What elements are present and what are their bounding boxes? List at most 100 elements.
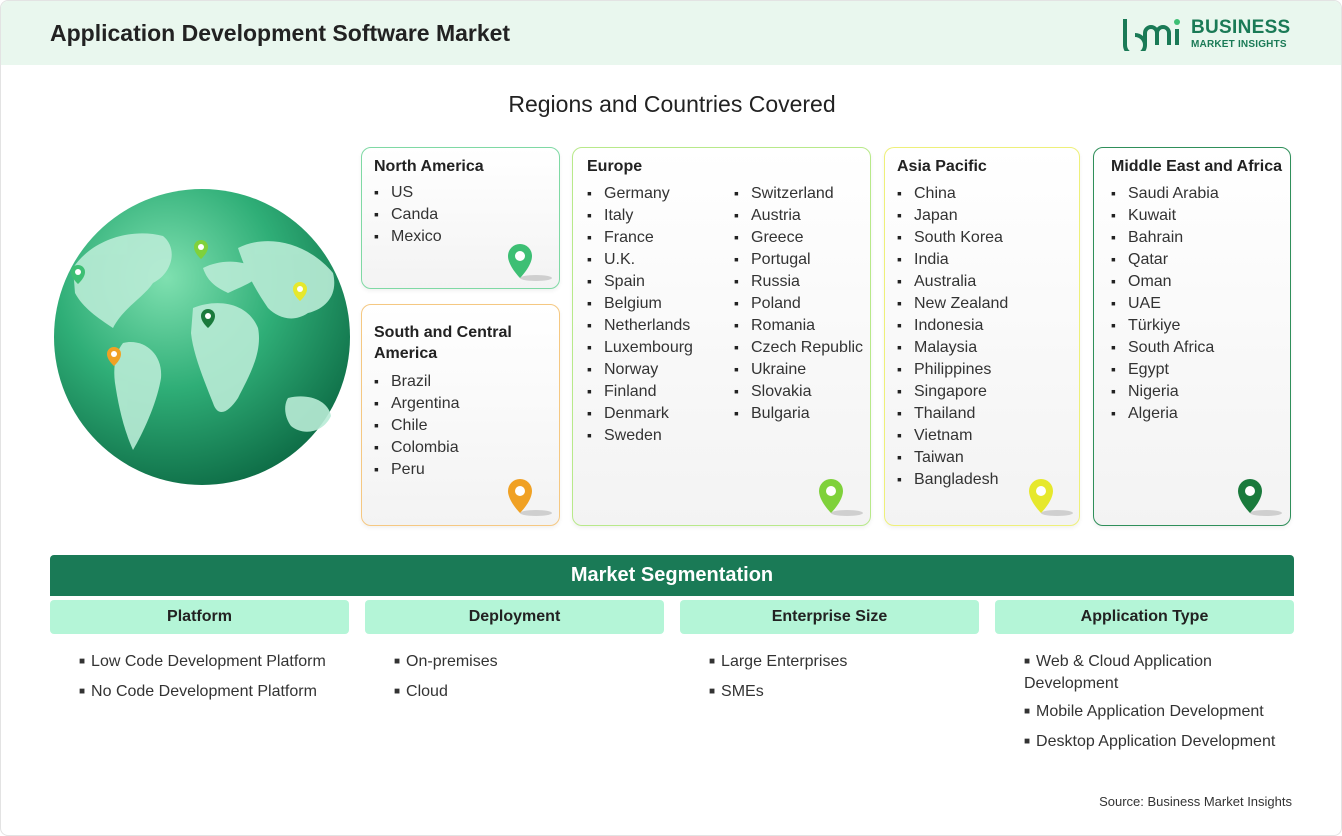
region-card-middle-east-africa: Middle East and Africa Saudi ArabiaKuwai… <box>1093 147 1291 526</box>
country-item: Finland <box>587 380 693 402</box>
country-item: Singapore <box>897 380 1008 402</box>
location-pin-icon <box>1029 479 1073 516</box>
country-item: Greece <box>734 226 863 248</box>
region-list-europe-col1: GermanyItalyFranceU.K.SpainBelgiumNether… <box>587 182 693 446</box>
country-item: Vietnam <box>897 424 1008 446</box>
region-title-middle-east-africa: Middle East and Africa <box>1111 158 1282 175</box>
segmentation-header: Market Segmentation <box>50 555 1294 596</box>
country-item: Romania <box>734 314 863 336</box>
segment-item: Mobile Application Development <box>1024 702 1294 724</box>
country-item: UAE <box>1111 292 1219 314</box>
infographic-frame: Application Development Software Market … <box>0 0 1342 836</box>
country-item: Bangladesh <box>897 468 1008 490</box>
header-bar: Application Development Software Market … <box>1 1 1341 65</box>
bmi-logo-mark-icon <box>1123 19 1180 57</box>
country-item: Russia <box>734 270 863 292</box>
source-note: Source: Business Market Insights <box>1099 794 1292 809</box>
logo-word-market-insights: MARKET INSIGHTS <box>1191 39 1287 50</box>
country-item: Austria <box>734 204 863 226</box>
country-item: Egypt <box>1111 358 1219 380</box>
segment-item: No Code Development Platform <box>79 682 349 704</box>
segment-list-deployment: On-premises Cloud <box>394 652 664 712</box>
region-list-europe-col2: SwitzerlandAustriaGreecePortugalRussiaPo… <box>734 182 863 424</box>
country-item: Ukraine <box>734 358 863 380</box>
segment-list-application-type: Web & Cloud Application Development Mobil… <box>1024 652 1294 762</box>
country-item: Germany <box>587 182 693 204</box>
country-item: Switzerland <box>734 182 863 204</box>
country-item: Poland <box>734 292 863 314</box>
country-item: Mexico <box>374 225 442 247</box>
country-item: US <box>374 181 442 203</box>
region-title-south-central-america: South and Central America <box>374 324 512 362</box>
page-title: Application Development Software Market <box>50 20 511 46</box>
region-card-asia-pacific: Asia Pacific ChinaJapanSouth KoreaIndiaA… <box>884 147 1080 526</box>
country-item: Norway <box>587 358 693 380</box>
segment-item: On-premises <box>394 652 664 674</box>
segment-item: Cloud <box>394 682 664 704</box>
country-item: Argentina <box>374 392 460 414</box>
country-item: Nigeria <box>1111 380 1219 402</box>
country-item: Taiwan <box>897 446 1008 468</box>
location-pin-icon <box>508 244 552 281</box>
country-item: Bulgaria <box>734 402 863 424</box>
region-title-asia-pacific: Asia Pacific <box>897 158 987 175</box>
country-item: Türkiye <box>1111 314 1219 336</box>
region-card-south-central-america: South and Central America BrazilArgentin… <box>361 304 560 526</box>
location-pin-icon <box>508 479 552 516</box>
country-item: Oman <box>1111 270 1219 292</box>
country-item: U.K. <box>587 248 693 270</box>
country-item: Indonesia <box>897 314 1008 336</box>
segment-list-enterprise-size: Large Enterprises SMEs <box>709 652 979 712</box>
segment-tab-deployment: Deployment <box>365 600 664 634</box>
segment-list-platform: Low Code Development Platform No Code Dev… <box>79 652 349 712</box>
country-item: Luxembourg <box>587 336 693 358</box>
country-item: France <box>587 226 693 248</box>
country-item: Belgium <box>587 292 693 314</box>
country-item: Kuwait <box>1111 204 1219 226</box>
country-item: Malaysia <box>897 336 1008 358</box>
segment-tab-enterprise-size: Enterprise Size <box>680 600 979 634</box>
country-item: Colombia <box>374 436 460 458</box>
segment-item: Large Enterprises <box>709 652 979 674</box>
country-item: Philippines <box>897 358 1008 380</box>
bmi-logo: BUSINESS MARKET INSIGHTS <box>1121 15 1301 57</box>
region-title-north-america: North America <box>374 158 484 175</box>
region-title-europe: Europe <box>587 158 643 175</box>
country-item: Qatar <box>1111 248 1219 270</box>
country-item: Portugal <box>734 248 863 270</box>
segment-tab-application-type: Application Type <box>995 600 1294 634</box>
segment-item: Web & Cloud Application Development <box>1024 652 1294 694</box>
country-item: Australia <box>897 270 1008 292</box>
country-item: Sweden <box>587 424 693 446</box>
segment-item: Low Code Development Platform <box>79 652 349 674</box>
country-item: Thailand <box>897 402 1008 424</box>
region-list-north-america: USCandaMexico <box>374 181 442 247</box>
country-item: Algeria <box>1111 402 1219 424</box>
country-item: Canda <box>374 203 442 225</box>
region-card-north-america: North America USCandaMexico <box>361 147 560 289</box>
country-item: Chile <box>374 414 460 436</box>
logo-word-business: BUSINESS <box>1191 17 1291 38</box>
country-item: New Zealand <box>897 292 1008 314</box>
globe-icon <box>54 189 350 485</box>
country-item: Netherlands <box>587 314 693 336</box>
location-pin-icon <box>1238 479 1282 516</box>
country-item: Czech Republic <box>734 336 863 358</box>
country-item: Denmark <box>587 402 693 424</box>
country-item: Peru <box>374 458 460 480</box>
country-item: Italy <box>587 204 693 226</box>
country-item: China <box>897 182 1008 204</box>
location-pin-icon <box>819 479 863 516</box>
region-list-asia-pacific: ChinaJapanSouth KoreaIndiaAustraliaNew Z… <box>897 182 1008 490</box>
country-item: India <box>897 248 1008 270</box>
country-item: Slovakia <box>734 380 863 402</box>
regions-title: Regions and Countries Covered <box>508 91 836 117</box>
segment-tab-platform: Platform <box>50 600 349 634</box>
country-item: Saudi Arabia <box>1111 182 1219 204</box>
region-card-europe: Europe GermanyItalyFranceU.K.SpainBelgiu… <box>572 147 871 526</box>
country-item: Bahrain <box>1111 226 1219 248</box>
country-item: Brazil <box>374 370 460 392</box>
region-list-south-central-america: BrazilArgentinaChileColombiaPeru <box>374 370 460 480</box>
country-item: Japan <box>897 204 1008 226</box>
segment-item: SMEs <box>709 682 979 704</box>
